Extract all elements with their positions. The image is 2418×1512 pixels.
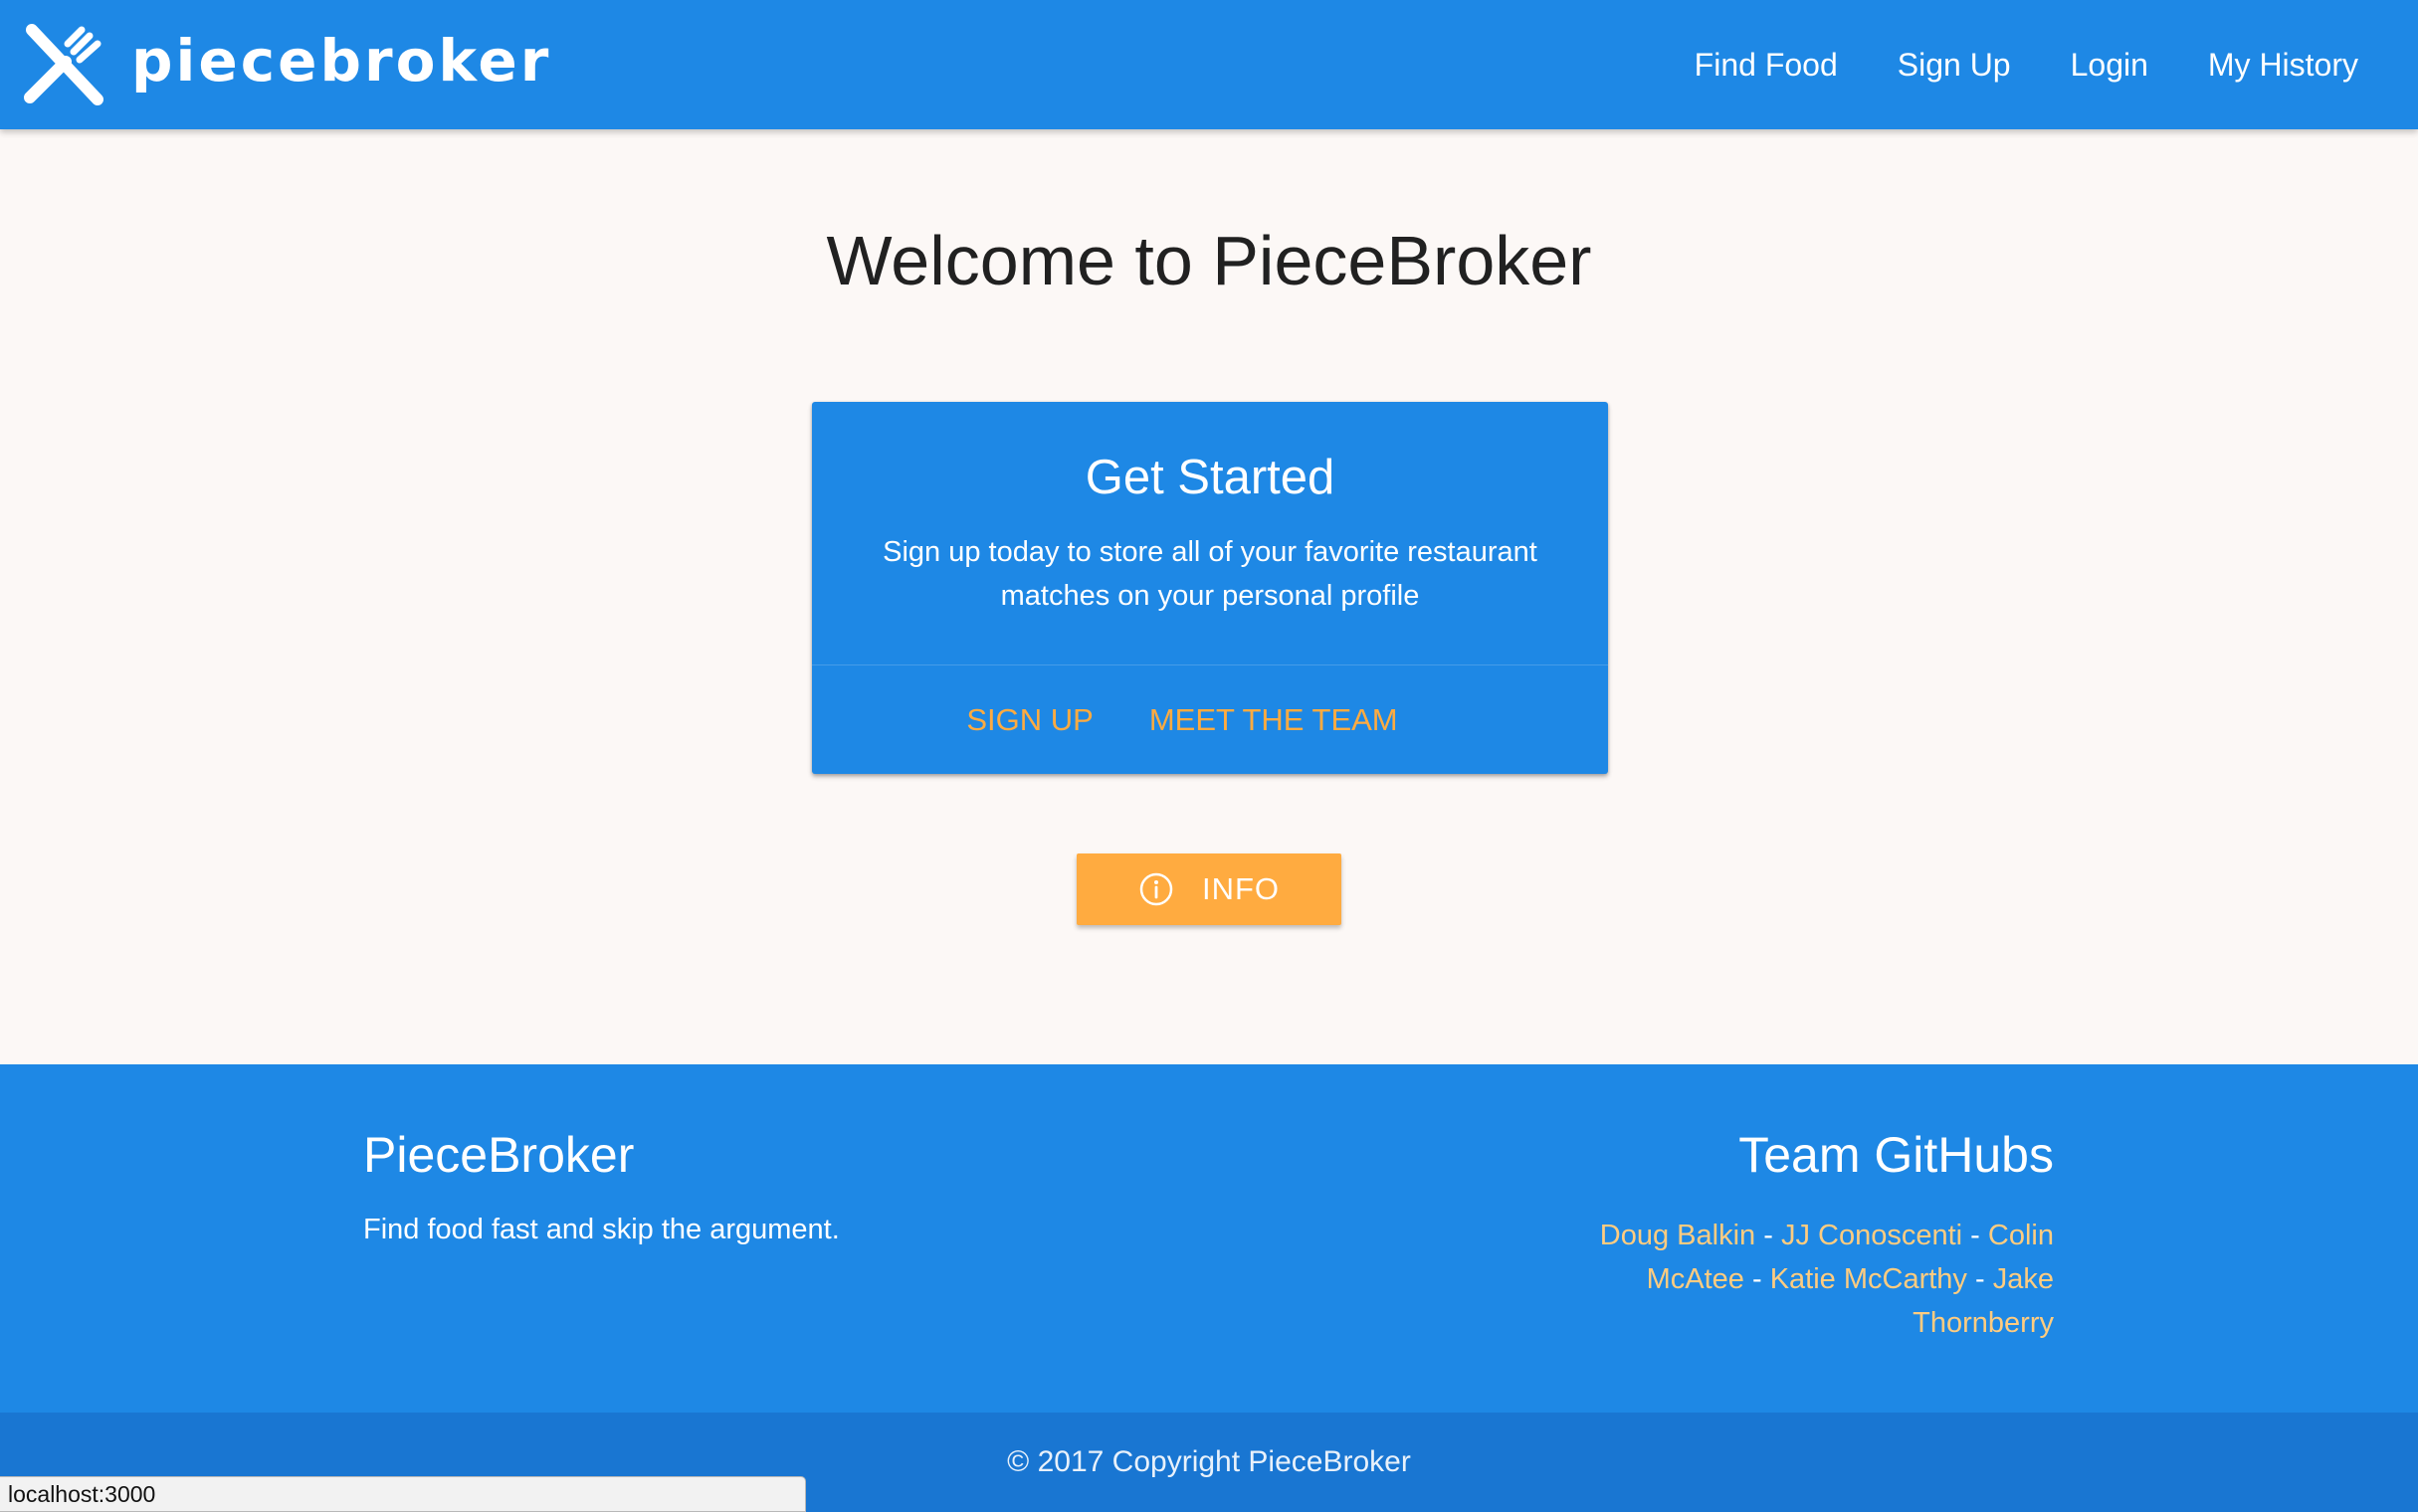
nav-links: Find Food Sign Up Login My History <box>1665 0 2388 129</box>
info-button[interactable]: INFO <box>1077 853 1341 925</box>
footer-tagline: Find food fast and skip the argument. <box>363 1214 840 1245</box>
nav-link-login[interactable]: Login <box>2041 47 2178 84</box>
sign-up-link[interactable]: Sign Up <box>938 702 1120 738</box>
card-actions: Sign Up Meet the Team <box>812 664 1608 774</box>
github-link-jj-conoscenti[interactable]: JJ Conoscenti <box>1781 1220 1962 1251</box>
card-description: Sign up today to store all of your favor… <box>883 536 1537 612</box>
separator: - <box>1975 1263 1985 1295</box>
browser-status-bar: localhost:3000 <box>0 1476 806 1512</box>
footer: PieceBroker Find food fast and skip the … <box>0 1064 2418 1413</box>
info-circle-icon <box>1139 872 1173 906</box>
fork-knife-logo-icon <box>24 24 103 105</box>
team-links: Doug Balkin - JJ Conoscenti - Colin McAt… <box>1516 1214 2054 1345</box>
footer-about: PieceBroker Find food fast and skip the … <box>363 1130 840 1246</box>
separator: - <box>1751 1263 1762 1295</box>
nav-link-find-food[interactable]: Find Food <box>1665 47 1868 84</box>
nav-link-my-history[interactable]: My History <box>2178 47 2388 84</box>
separator: - <box>1970 1220 1980 1251</box>
team-githubs-title: Team GitHubs <box>1738 1127 2054 1183</box>
separator: - <box>1763 1220 1773 1251</box>
meet-the-team-link[interactable]: Meet the Team <box>1121 702 1426 738</box>
card-content: Get Started Sign up today to store all o… <box>812 402 1608 664</box>
nav-link-sign-up[interactable]: Sign Up <box>1868 47 2041 84</box>
brand-logo-link[interactable]: piecebroker <box>18 16 551 111</box>
github-link-katie-mccarthy[interactable]: Katie McCarthy <box>1770 1263 1967 1295</box>
footer-title: PieceBroker <box>363 1127 635 1183</box>
get-started-card: Get Started Sign up today to store all o… <box>812 402 1608 774</box>
github-link-doug-balkin[interactable]: Doug Balkin <box>1600 1220 1755 1251</box>
page-title: Welcome to PieceBroker <box>826 222 1592 299</box>
card-title: Get Started <box>1085 451 1335 504</box>
navbar: piecebroker Find Food Sign Up Login My H… <box>0 0 2418 129</box>
brand-name: piecebroker <box>131 27 552 94</box>
info-button-label: INFO <box>1201 871 1281 906</box>
footer-team: Team GitHubs Doug Balkin - JJ Conoscenti… <box>1516 1130 2054 1345</box>
